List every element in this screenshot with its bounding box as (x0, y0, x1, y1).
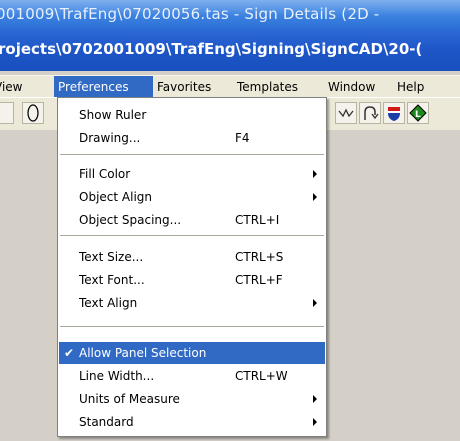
menu-separator (60, 154, 324, 156)
menu-item-label: Fill Color (79, 167, 131, 181)
menu-separator (60, 326, 324, 328)
window-title-bar[interactable]: rojects\0702001009\TrafEng\Signing\SignC… (0, 29, 460, 71)
menu-item-shortcut: CTRL+S (235, 250, 284, 264)
ellipse-tool-button[interactable] (22, 102, 44, 124)
menu-item-shortcut: CTRL+W (235, 369, 288, 383)
menu-templates-label: Templates (237, 80, 299, 94)
menu-separator (60, 235, 324, 237)
menu-item-shortcut: CTRL+I (235, 213, 280, 227)
menu-preferences-label: Preferences (58, 80, 129, 94)
menu-item-shortcut: F4 (235, 131, 250, 145)
menu-bar: View Preferences Favorites Templates Win… (0, 75, 460, 98)
background-window-title-bar: 001009\TrafEng\07020056.tas - Sign Detai… (0, 0, 460, 29)
symbol-icon (338, 108, 354, 118)
menu-item-shortcut: CTRL+F (235, 273, 283, 287)
menu-view[interactable]: View (0, 76, 26, 98)
green-sign-icon: L (409, 104, 427, 122)
preferences-dropdown-menu: Show Ruler Drawing... F4 Fill Color Obje… (57, 97, 327, 437)
menu-item-text-align[interactable]: Text Align (59, 292, 325, 314)
shield-icon (388, 107, 400, 121)
menu-templates[interactable]: Templates (233, 76, 302, 98)
menu-view-label: View (0, 80, 23, 94)
menu-preferences[interactable]: Preferences (54, 76, 153, 98)
menu-item-line-width[interactable]: Line Width... CTRL+W (59, 365, 325, 387)
menu-item-allow-panel-selection[interactable]: ✔ Allow Panel Selection (59, 342, 325, 364)
submenu-arrow-icon (313, 418, 317, 426)
checkmark-icon: ✔ (64, 346, 75, 360)
menu-favorites-label: Favorites (157, 80, 212, 94)
tool-button-symbol[interactable] (335, 102, 357, 124)
menu-item-label: Standard (79, 415, 134, 429)
window-title: rojects\0702001009\TrafEng\Signing\SignC… (0, 40, 423, 58)
menu-item-show-ruler[interactable]: Show Ruler (59, 104, 325, 126)
menu-item-object-spacing[interactable]: Object Spacing... CTRL+I (59, 209, 325, 231)
menu-item-label: Text Size... (79, 250, 144, 264)
menu-item-label: Object Align (79, 190, 152, 204)
tool-button-green-sign[interactable]: L (407, 102, 429, 124)
menu-item-drawing[interactable]: Drawing... F4 (59, 127, 325, 149)
submenu-arrow-icon (313, 193, 317, 201)
submenu-arrow-icon (313, 299, 317, 307)
menu-item-object-align[interactable]: Object Align (59, 186, 325, 208)
ellipse-icon (27, 104, 39, 122)
menu-item-label: Allow Panel Selection (79, 346, 207, 360)
menu-help[interactable]: Help (393, 76, 428, 98)
menu-window-label: Window (328, 80, 376, 94)
background-window-title: 001009\TrafEng\07020056.tas - Sign Detai… (0, 5, 380, 23)
toolbar-button-partial[interactable] (0, 102, 14, 124)
menu-item-units-of-measure[interactable]: Units of Measure (59, 388, 325, 410)
menu-window[interactable]: Window (324, 76, 379, 98)
menu-item-label: Drawing... (79, 131, 141, 145)
menu-item-text-size[interactable]: Text Size... CTRL+S (59, 246, 325, 268)
svg-text:L: L (415, 110, 421, 120)
menu-favorites[interactable]: Favorites (153, 76, 215, 98)
menu-item-label: Units of Measure (79, 392, 180, 406)
tool-button-curve-arrow[interactable] (359, 102, 381, 124)
menu-item-label: Line Width... (79, 369, 155, 383)
menu-item-label: Text Font... (79, 273, 145, 287)
curve-arrow-icon (364, 106, 379, 120)
menu-item-standard[interactable]: Standard (59, 411, 325, 433)
menu-item-fill-color[interactable]: Fill Color (59, 163, 325, 185)
menu-item-label: Object Spacing... (79, 213, 182, 227)
menu-item-label: Text Align (79, 296, 138, 310)
menu-help-label: Help (397, 80, 425, 94)
menu-item-text-font[interactable]: Text Font... CTRL+F (59, 269, 325, 291)
tool-button-shield[interactable] (383, 102, 405, 124)
submenu-arrow-icon (313, 170, 317, 178)
submenu-arrow-icon (313, 395, 317, 403)
menu-item-label: Show Ruler (79, 108, 147, 122)
